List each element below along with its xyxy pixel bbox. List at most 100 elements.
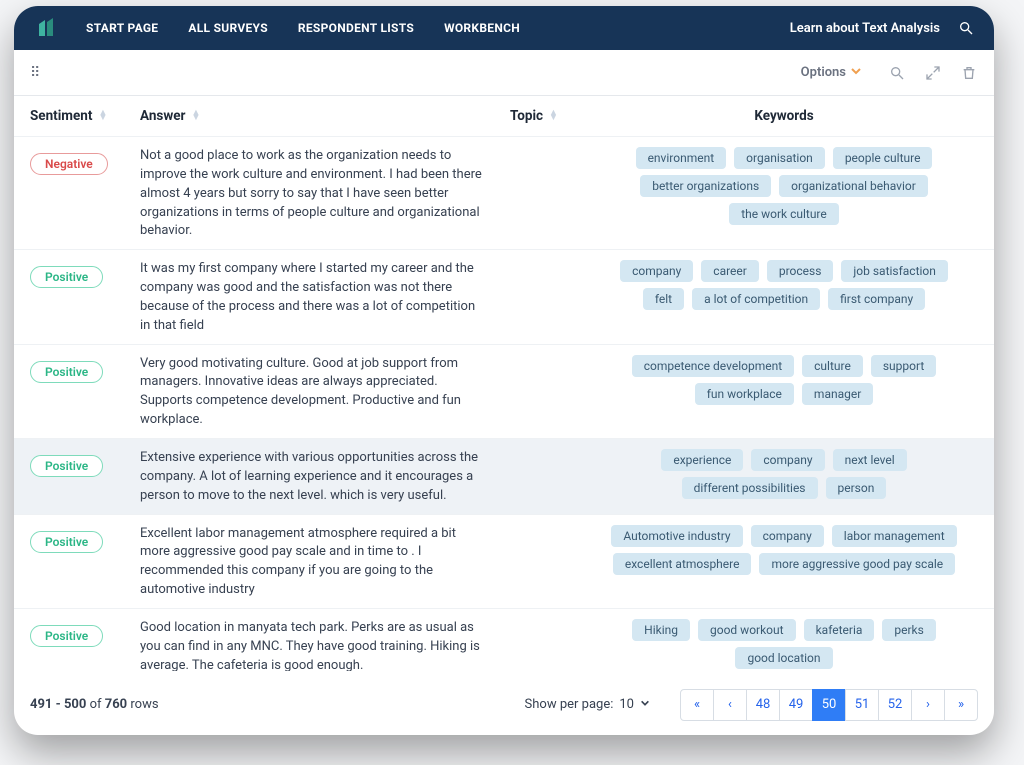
cell-topic [510,617,590,671]
keyword-chip[interactable]: better organizations [640,175,771,197]
keyword-chip[interactable]: people culture [833,147,933,169]
page-button[interactable]: ‹ [713,689,747,721]
page-button[interactable]: › [911,689,945,721]
search-icon[interactable] [958,20,974,36]
keyword-chip[interactable]: culture [802,355,863,377]
cell-topic [510,447,590,506]
sort-icon[interactable]: ▲▼ [98,111,107,121]
table-row[interactable]: Positive Good location in manyata tech pa… [14,608,994,679]
keyword-chip[interactable]: company [751,525,824,547]
keyword-chip[interactable]: a lot of competition [692,288,820,310]
cell-sentiment: Positive [30,258,140,335]
cell-topic [510,523,590,600]
cell-keywords: experience company next level different pos… [590,447,978,506]
learn-link[interactable]: Learn about Text Analysis [790,21,940,36]
col-label: Topic [510,108,543,124]
cell-keywords: competence development culture support fun … [590,353,978,430]
cell-answer: Very good motivating culture. Good at jo… [140,353,510,430]
page-button[interactable]: « [680,689,714,721]
nav-item[interactable]: ALL SURVEYS [188,21,268,35]
keyword-chip[interactable]: good workout [698,619,796,641]
nav-item[interactable]: START PAGE [86,21,158,35]
sentiment-pill[interactable]: Positive [30,361,103,383]
brand-logo[interactable] [34,14,62,42]
col-header-answer[interactable]: Answer ▲▼ [140,108,510,124]
keyword-chip[interactable]: felt [643,288,684,310]
keyword-chip[interactable]: environment [636,147,727,169]
page-button[interactable]: 52 [878,689,912,721]
keyword-chip[interactable]: person [826,477,887,499]
table-row[interactable]: NegativeNot a good place to work as the … [14,136,994,249]
cell-keywords: environment organisation people culture bet… [590,145,978,241]
page-button[interactable]: 51 [845,689,879,721]
keyword-chip[interactable]: manager [802,383,873,405]
sentiment-pill[interactable]: Positive [30,266,103,288]
table-row[interactable]: Positive Excellent labor management atmos… [14,514,994,608]
expand-icon[interactable] [924,64,942,82]
keyword-chip[interactable]: kafeteria [804,619,875,641]
keyword-chip[interactable]: company [751,449,824,471]
page-button[interactable]: 48 [746,689,780,721]
keyword-chip[interactable]: experience [661,449,743,471]
col-label: Keywords [754,108,813,124]
cell-answer: Excellent labor management atmosphere re… [140,523,510,600]
sort-icon[interactable]: ▲▼ [549,111,558,121]
keyword-chip[interactable]: competence development [632,355,794,377]
trash-icon[interactable] [960,64,978,82]
keyword-chip[interactable]: perks [882,619,935,641]
toolbar: ⠿ Options [14,50,994,96]
sentiment-pill[interactable]: Positive [30,625,103,647]
table-row[interactable]: Positive Very good motivating culture. Go… [14,344,994,438]
keyword-chip[interactable]: process [767,260,834,282]
cell-answer: Good location in manyata tech park. Perk… [140,617,510,671]
keyword-chip[interactable]: job satisfaction [841,260,947,282]
keyword-chip[interactable]: the work culture [729,203,839,225]
keyword-chip[interactable]: labor management [832,525,957,547]
table-row[interactable]: PositiveIt was my first company where I … [14,249,994,343]
keyword-chip[interactable]: next level [833,449,907,471]
keyword-chip[interactable]: first company [828,288,925,310]
page-button[interactable]: 49 [779,689,813,721]
table-row[interactable]: Positive Extensive experience with variou… [14,438,994,514]
sentiment-pill[interactable]: Positive [30,455,103,477]
page-button[interactable]: » [944,689,978,721]
cell-answer: Extensive experience with various opport… [140,447,510,506]
sentiment-pill[interactable]: Positive [30,531,103,553]
keyword-chip[interactable]: organisation [734,147,825,169]
col-header-sentiment[interactable]: Sentiment ▲▼ [30,108,140,124]
page-button[interactable]: 50 [812,689,846,721]
top-navbar: START PAGE ALL SURVEYS RESPONDENT LISTS WOR… [14,6,994,50]
search-icon-toolbar[interactable] [888,64,906,82]
keyword-chip[interactable]: support [871,355,936,377]
cell-sentiment: Positive [30,353,140,430]
options-menu[interactable]: Options [793,61,870,85]
options-label: Options [801,65,846,80]
cell-topic [510,353,590,430]
col-header-topic[interactable]: Topic ▲▼ [510,108,590,124]
per-page-label: Show per page: [525,697,614,712]
nav-item[interactable]: RESPONDENT LISTS [298,21,414,35]
keyword-chip[interactable]: career [701,260,759,282]
keyword-chip[interactable]: organizational behavior [779,175,928,197]
keyword-chip[interactable]: more aggressive good pay scale [759,553,955,575]
chevron-down-icon [640,697,650,712]
keyword-chip[interactable]: company [620,260,693,282]
sentiment-pill[interactable]: Negative [30,153,108,175]
keyword-chip[interactable]: good location [735,647,832,669]
table-body: NegativeNot a good place to work as the … [14,136,994,679]
pagination: «‹4849505152›» [680,689,978,721]
per-page-select[interactable]: Show per page: 10 [525,697,650,712]
keyword-chip[interactable]: Hiking [632,619,690,641]
sort-icon[interactable]: ▲▼ [192,111,201,121]
row-count: 491 - 500 of 760 rows [30,697,159,712]
cell-topic [510,145,590,241]
nav-item[interactable]: WORKBENCH [444,21,520,35]
cell-keywords: Automotive industry company labor manageme… [590,523,978,600]
keyword-chip[interactable]: Automotive industry [611,525,742,547]
app-window: START PAGE ALL SURVEYS RESPONDENT LISTS WOR… [14,6,994,735]
keyword-chip[interactable]: fun workplace [695,383,794,405]
keyword-chip[interactable]: different possibilities [682,477,818,499]
drag-handle-icon[interactable]: ⠿ [26,61,44,85]
keyword-chip[interactable]: excellent atmosphere [613,553,752,575]
chevron-down-icon [850,65,862,81]
